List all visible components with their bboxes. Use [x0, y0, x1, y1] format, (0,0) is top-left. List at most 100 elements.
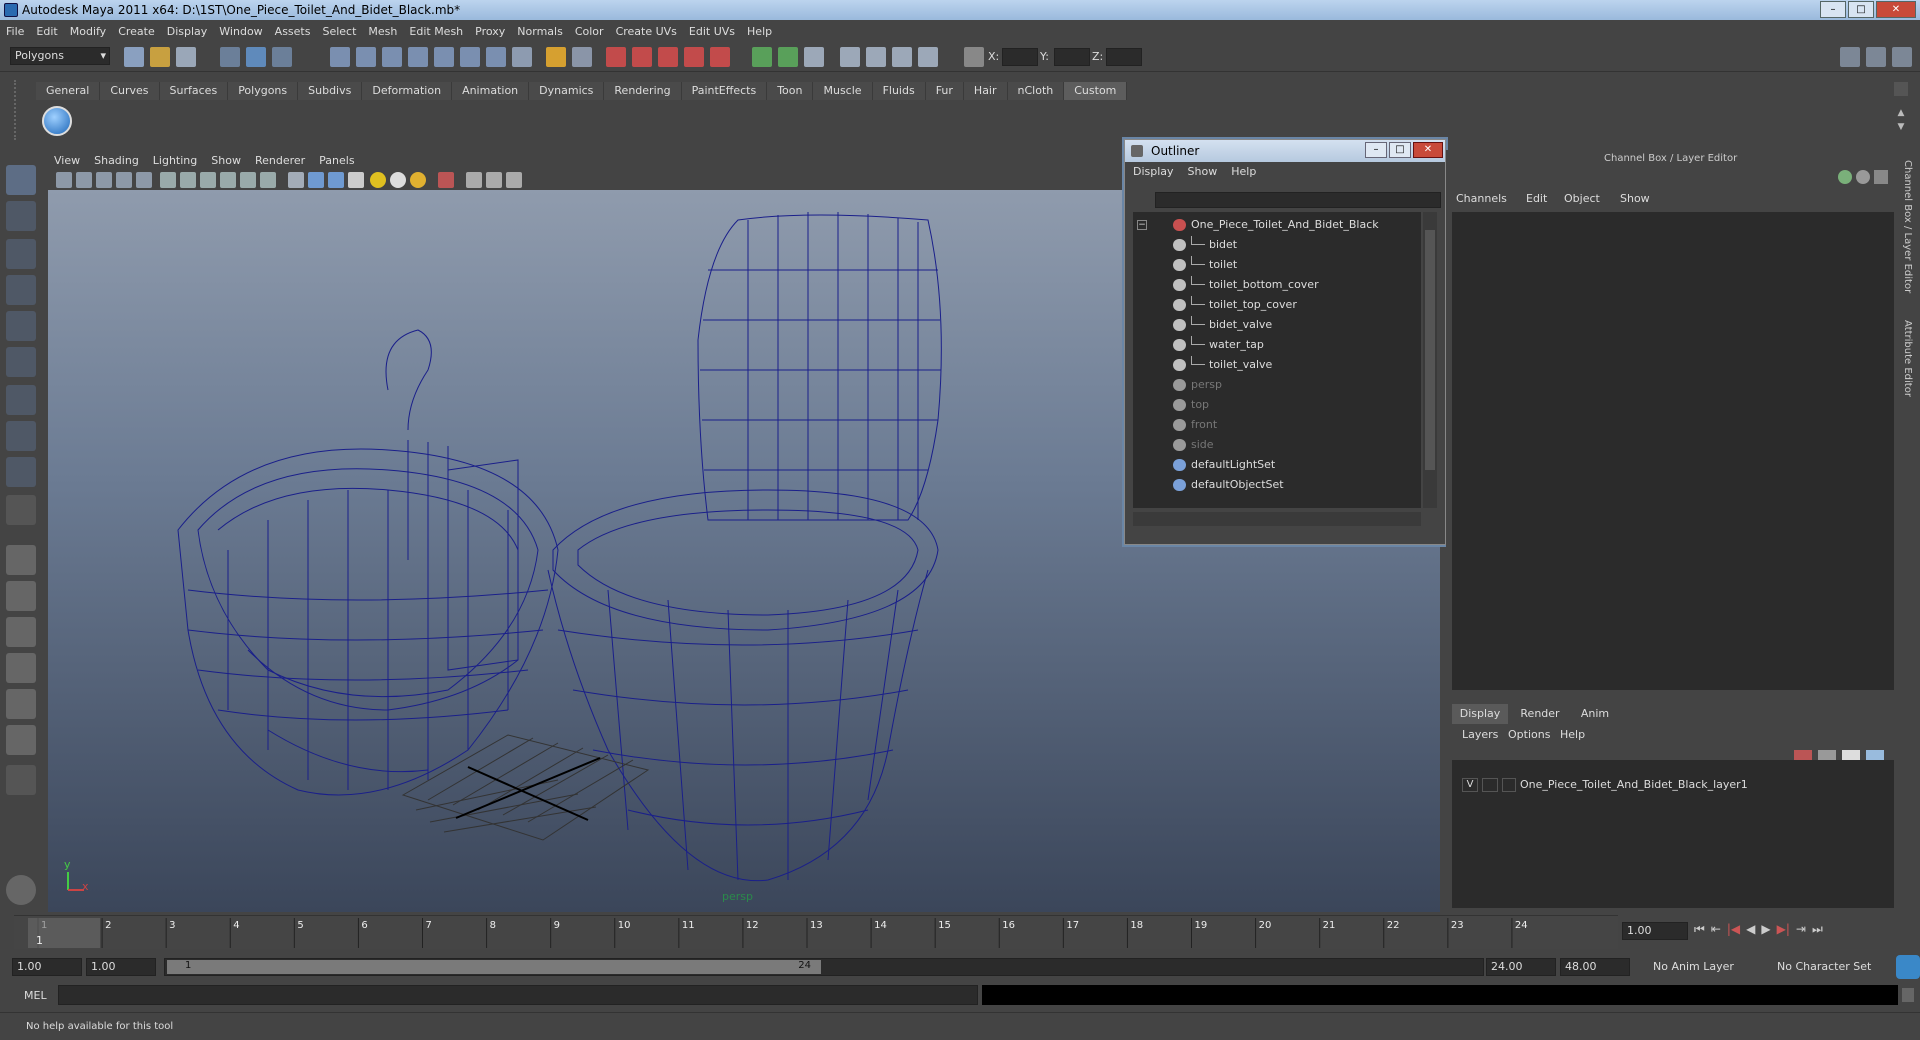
open-scene-icon[interactable]	[150, 47, 170, 67]
layer-tab-render[interactable]: Render	[1512, 704, 1568, 724]
outliner-item[interactable]: − One_Piece_Toilet_And_Bidet_Black	[1133, 216, 1403, 234]
menu-display[interactable]: Display	[167, 25, 208, 38]
select-component-icon[interactable]	[272, 47, 292, 67]
playback-end-field[interactable]: 24.00	[1486, 958, 1556, 976]
last-tool-icon[interactable]	[6, 457, 36, 487]
viewport-menu-panels[interactable]: Panels	[319, 154, 354, 167]
textured-icon[interactable]	[348, 172, 364, 188]
manipulator-tool-icon[interactable]	[6, 385, 36, 415]
camera-select-icon[interactable]	[56, 172, 72, 188]
help-question-icon[interactable]	[512, 47, 532, 67]
menu-mesh[interactable]: Mesh	[368, 25, 397, 38]
wireframe-on-shaded-icon[interactable]	[328, 172, 344, 188]
lock-icon[interactable]	[546, 47, 566, 67]
outliner-scroll-thumb[interactable]	[1425, 230, 1435, 470]
construction-icon[interactable]	[486, 47, 506, 67]
outliner-item[interactable]: bidet_valve	[1133, 316, 1403, 334]
shelf-tab-custom[interactable]: Custom	[1064, 82, 1128, 100]
outliner-minimize-button[interactable]: –	[1365, 142, 1387, 158]
ipr-render-icon[interactable]	[632, 47, 652, 67]
y-field[interactable]	[1054, 48, 1090, 66]
menu-create[interactable]: Create	[118, 25, 155, 38]
lasso-tool-icon[interactable]	[6, 201, 36, 231]
cmd-language-label[interactable]: MEL	[24, 989, 47, 1002]
outliner-item[interactable]: toilet	[1133, 256, 1403, 274]
outliner-close-button[interactable]: ✕	[1413, 142, 1443, 158]
film-gate-icon[interactable]	[160, 172, 176, 188]
field-chart-icon[interactable]	[220, 172, 236, 188]
shelf-tab-surfaces[interactable]: Surfaces	[159, 82, 229, 100]
playback-start-field[interactable]: 1.00	[86, 958, 156, 976]
outliner-item[interactable]: toilet_top_cover	[1133, 296, 1403, 314]
step-forward-key-icon[interactable]: ⇥	[1796, 922, 1806, 942]
outliner-item[interactable]: defaultObjectSet	[1133, 476, 1403, 494]
rotate-tool-icon[interactable]	[6, 311, 36, 341]
outliner-item[interactable]: persp	[1133, 376, 1403, 394]
close-button[interactable]: ✕	[1876, 1, 1916, 18]
hyperbolic-icon[interactable]	[1874, 170, 1888, 184]
snap-plane-icon[interactable]	[408, 47, 428, 67]
outliner-vertical-scrollbar[interactable]	[1423, 212, 1437, 508]
menu-select[interactable]: Select	[322, 25, 356, 38]
anim-layer-dropdown[interactable]: No Anim Layer	[1648, 958, 1768, 976]
outliner-persp-layout-icon[interactable]	[6, 617, 36, 647]
menu-color[interactable]: Color	[575, 25, 604, 38]
step-forward-frame-icon[interactable]: ▶|	[1777, 922, 1790, 942]
default-light-icon[interactable]	[370, 172, 386, 188]
shelf-grip[interactable]	[14, 80, 30, 140]
menu-file[interactable]: File	[6, 25, 24, 38]
channels-menu-object[interactable]: Object	[1564, 192, 1600, 205]
shelf-tab-animation[interactable]: Animation	[452, 82, 530, 100]
custom-shelf-checkmark-icon[interactable]	[42, 106, 72, 136]
camera-attributes-icon[interactable]	[76, 172, 92, 188]
range-slider-handle[interactable]: 1 24	[167, 960, 821, 974]
character-set-dropdown[interactable]: No Character Set	[1772, 958, 1888, 976]
range-slider[interactable]: 1 24	[164, 958, 1484, 976]
shelf-tab-ncloth[interactable]: nCloth	[1007, 82, 1065, 100]
menu-edit-mesh[interactable]: Edit Mesh	[409, 25, 463, 38]
menu-edit-uvs[interactable]: Edit UVs	[689, 25, 735, 38]
shadows-icon[interactable]	[410, 172, 426, 188]
channels-menu-edit[interactable]: Edit	[1526, 192, 1547, 205]
layer-menu-layers[interactable]: Layers	[1462, 728, 1498, 741]
shelf-tab-general[interactable]: General	[36, 82, 101, 100]
layer-type-toggle[interactable]	[1482, 778, 1498, 792]
viewport-menu-show[interactable]: Show	[211, 154, 241, 167]
outliner-horizontal-scrollbar[interactable]	[1133, 512, 1421, 526]
single-pane-layout-icon[interactable]	[6, 545, 36, 575]
manipulator-toggle-icon[interactable]	[1838, 170, 1852, 184]
shelf-tab-painteffects[interactable]: PaintEffects	[681, 82, 768, 100]
shelf-tab-polygons[interactable]: Polygons	[228, 82, 299, 100]
play-backward-icon[interactable]: ◀	[1746, 922, 1755, 942]
custom-layout-icon[interactable]	[6, 725, 36, 755]
shelf-tab-muscle[interactable]: Muscle	[813, 82, 873, 100]
menu-modify[interactable]: Modify	[70, 25, 106, 38]
viewport-menu-renderer[interactable]: Renderer	[255, 154, 305, 167]
outliner-item[interactable]: defaultLightSet	[1133, 456, 1403, 474]
menu-assets[interactable]: Assets	[275, 25, 311, 38]
outliner-menu-display[interactable]: Display	[1133, 165, 1174, 178]
animation-start-field[interactable]: 1.00	[12, 958, 82, 976]
wireframe-icon[interactable]	[288, 172, 304, 188]
layer-color-swatch[interactable]	[1502, 778, 1516, 792]
x-field[interactable]	[1002, 48, 1038, 66]
shelf-tab-dynamics[interactable]: Dynamics	[529, 82, 605, 100]
script-editor-icon[interactable]	[1902, 988, 1914, 1002]
select-object-icon[interactable]	[246, 47, 266, 67]
outliner-item[interactable]: water_tap	[1133, 336, 1403, 354]
command-input[interactable]	[58, 985, 978, 1005]
outliner-menu-help[interactable]: Help	[1231, 165, 1256, 178]
go-to-start-icon[interactable]: ⏮	[1694, 922, 1705, 942]
history-icon[interactable]	[460, 47, 480, 67]
viewport-menu-shading[interactable]: Shading	[94, 154, 139, 167]
resolution-gate-icon[interactable]	[180, 172, 196, 188]
render-view-icon[interactable]	[710, 47, 730, 67]
menu-create-uvs[interactable]: Create UVs	[616, 25, 677, 38]
step-back-key-icon[interactable]: ⇤	[1711, 922, 1721, 942]
safe-title-icon[interactable]	[260, 172, 276, 188]
snap-grid-icon[interactable]	[330, 47, 350, 67]
grid-toggle-icon[interactable]	[136, 172, 152, 188]
viewport-menu-lighting[interactable]: Lighting	[153, 154, 197, 167]
transform-field-icon[interactable]	[964, 47, 984, 67]
gate-mask-icon[interactable]	[200, 172, 216, 188]
